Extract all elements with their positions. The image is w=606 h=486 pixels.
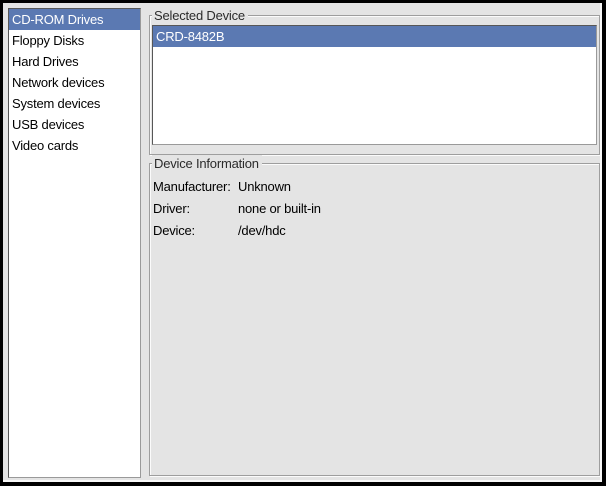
sidebar-item-cdrom-drives[interactable]: CD-ROM Drives bbox=[9, 9, 140, 30]
sidebar-item-floppy-disks[interactable]: Floppy Disks bbox=[9, 30, 140, 51]
info-value-manufacturer: Unknown bbox=[238, 176, 595, 198]
sidebar-item-hard-drives[interactable]: Hard Drives bbox=[9, 51, 140, 72]
info-row-manufacturer: Manufacturer: Unknown bbox=[153, 176, 595, 198]
sidebar-item-network-devices[interactable]: Network devices bbox=[9, 72, 140, 93]
info-value-driver: none or built-in bbox=[238, 198, 595, 220]
device-info-title: Device Information bbox=[152, 155, 262, 172]
sidebar-item-system-devices[interactable]: System devices bbox=[9, 93, 140, 114]
category-list[interactable]: CD-ROM Drives Floppy Disks Hard Drives N… bbox=[8, 8, 141, 478]
selected-device-frame: Selected Device CRD-8482B bbox=[149, 15, 600, 155]
sidebar-item-video-cards[interactable]: Video cards bbox=[9, 135, 140, 156]
device-list[interactable]: CRD-8482B bbox=[152, 25, 597, 145]
info-row-device: Device: /dev/hdc bbox=[153, 220, 595, 242]
info-row-driver: Driver: none or built-in bbox=[153, 198, 595, 220]
hardware-browser-window: CD-ROM Drives Floppy Disks Hard Drives N… bbox=[0, 0, 606, 486]
sidebar-item-usb-devices[interactable]: USB devices bbox=[9, 114, 140, 135]
device-list-item[interactable]: CRD-8482B bbox=[153, 26, 596, 47]
device-info-rows: Manufacturer: Unknown Driver: none or bu… bbox=[150, 164, 599, 242]
selected-device-title: Selected Device bbox=[152, 7, 248, 24]
device-info-frame: Device Information Manufacturer: Unknown… bbox=[149, 163, 600, 476]
info-label-device: Device: bbox=[153, 220, 238, 242]
info-value-device: /dev/hdc bbox=[238, 220, 595, 242]
info-label-manufacturer: Manufacturer: bbox=[153, 176, 238, 198]
info-label-driver: Driver: bbox=[153, 198, 238, 220]
